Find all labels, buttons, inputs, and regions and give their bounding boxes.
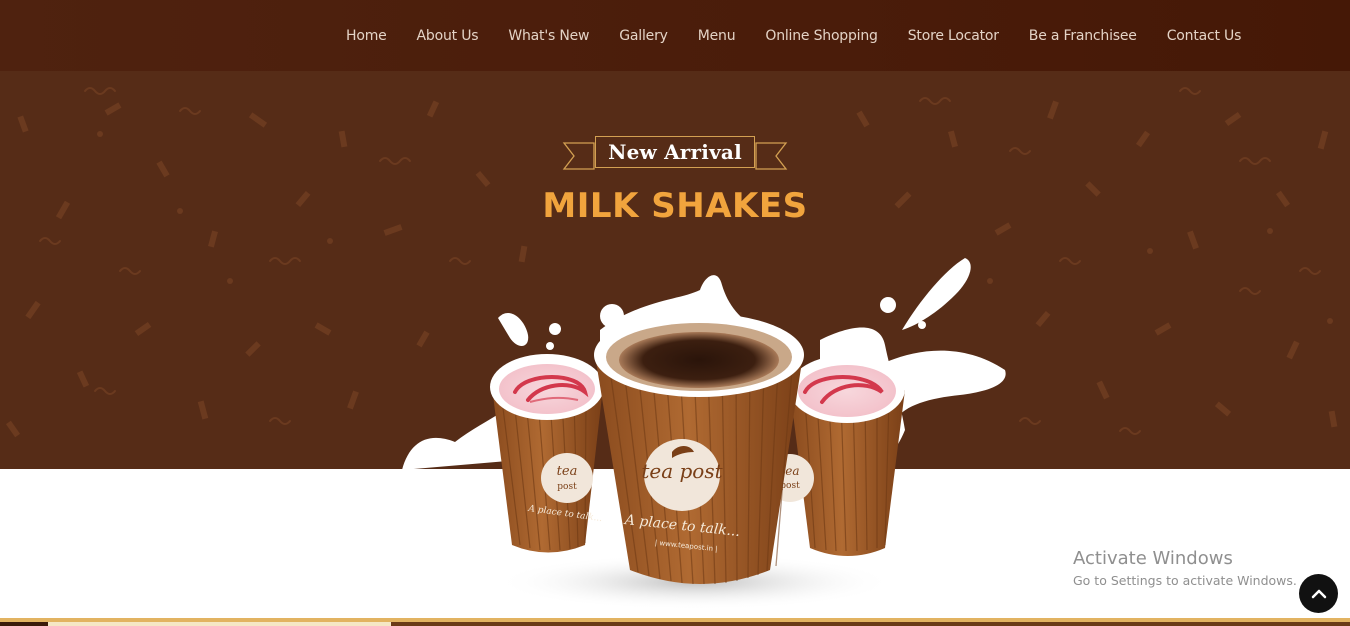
chevron-up-icon bbox=[1311, 589, 1326, 598]
watermark-title: Activate Windows bbox=[1073, 548, 1233, 569]
bottom-section-edge bbox=[48, 622, 391, 626]
cup-brand-text: tea post bbox=[641, 459, 723, 483]
milkshake-cups-image: tea post A place to talk... tea post tea… bbox=[402, 258, 1006, 610]
watermark-subtitle: Go to Settings to activate Windows. bbox=[1073, 573, 1297, 588]
svg-text:post: post bbox=[557, 482, 577, 492]
svg-text:tea: tea bbox=[557, 464, 578, 479]
activate-windows-watermark: Activate Windows Go to Settings to activ… bbox=[1073, 548, 1297, 588]
bottom-section-edge bbox=[0, 622, 48, 626]
scroll-to-top-button[interactable] bbox=[1299, 574, 1338, 613]
bottom-section-edge bbox=[391, 622, 1350, 626]
